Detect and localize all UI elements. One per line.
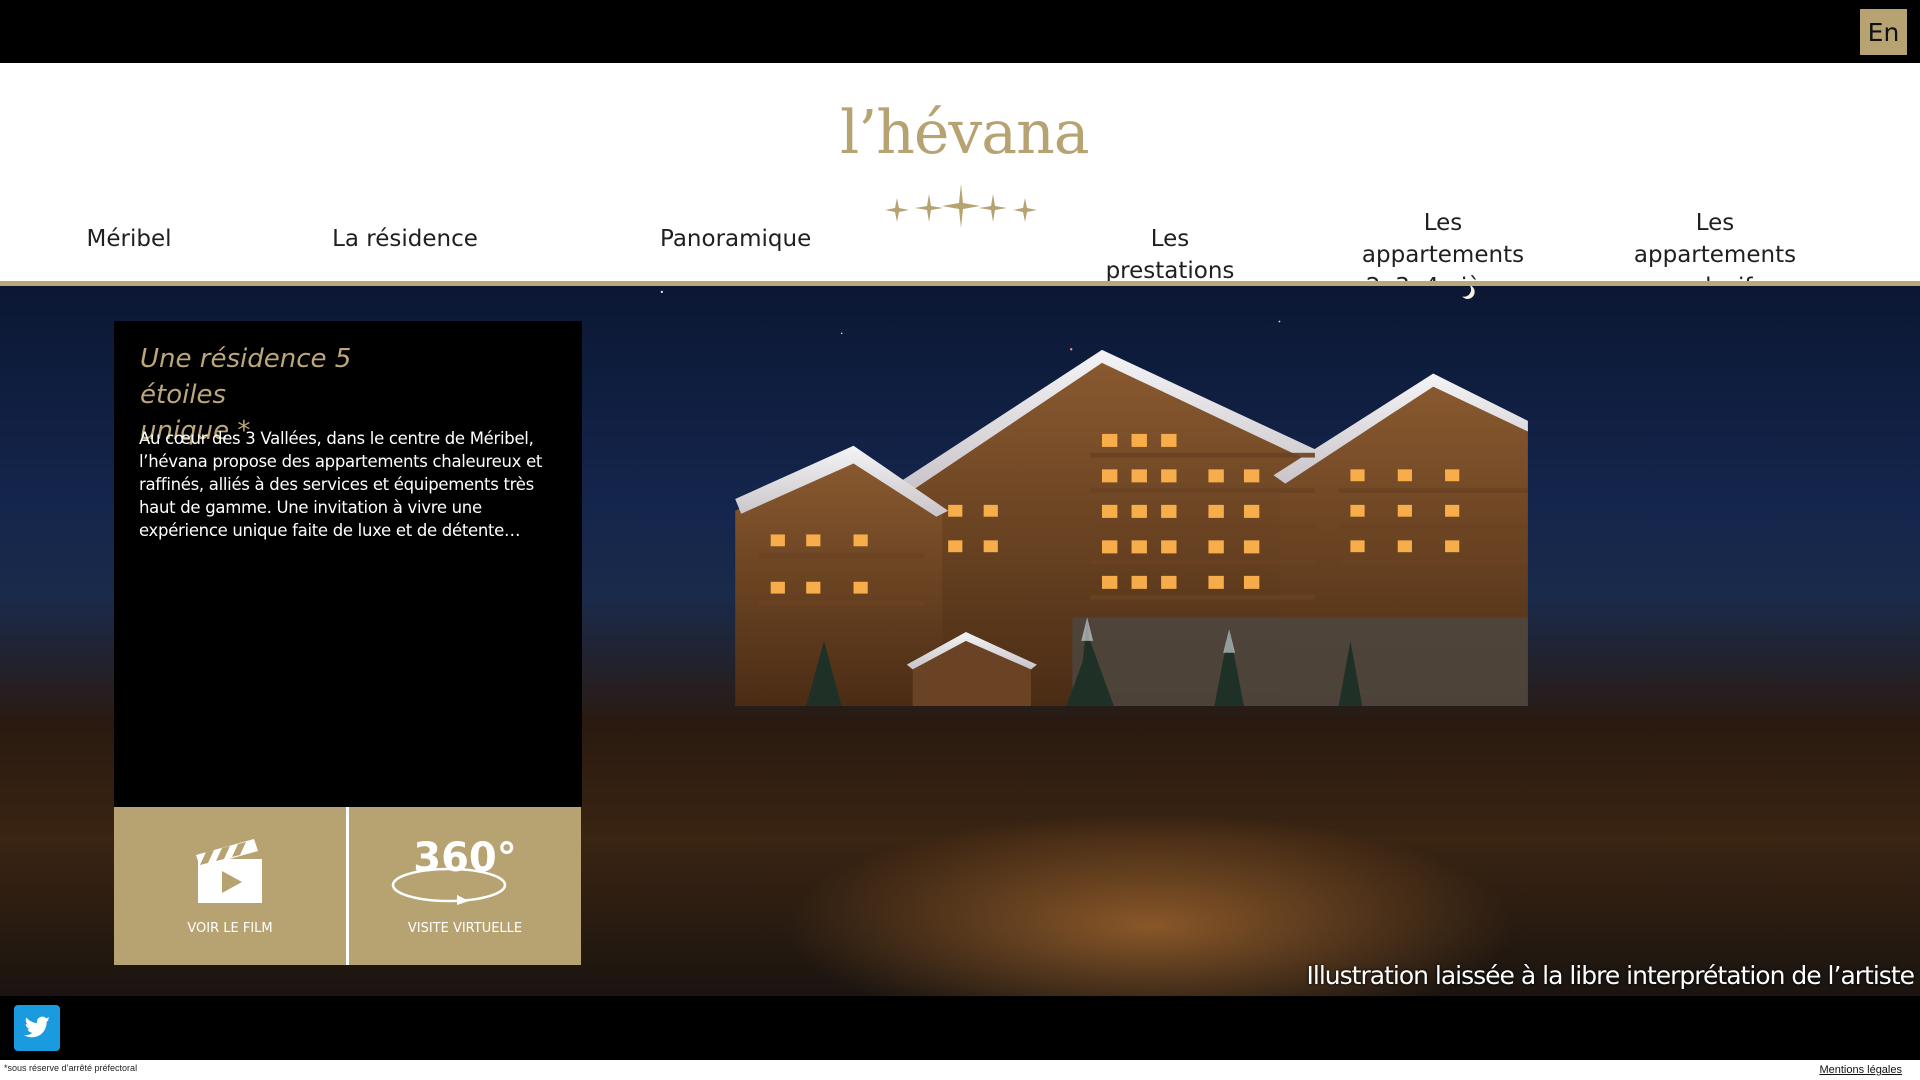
panel-title-line1: Une résidence 5 étoiles xyxy=(140,344,352,410)
nav-meribel[interactable]: Méribel xyxy=(84,223,174,255)
language-button[interactable]: En xyxy=(1860,9,1907,55)
bottom-strip xyxy=(0,1060,1920,1080)
watch-film-label: VOIR LE FILM xyxy=(187,921,273,936)
watch-film-button[interactable]: VOIR LE FILM xyxy=(114,807,346,965)
nav-les-prestations[interactable]: Les prestations xyxy=(1085,223,1255,287)
nav-meribel-label: Méribel xyxy=(86,226,172,252)
twitter-bird-icon xyxy=(24,1016,50,1038)
twitter-button[interactable] xyxy=(14,1005,60,1051)
logo-stars-icon xyxy=(885,184,1037,228)
disclaimer-text: *sous réserve d’arrêté préfectoral xyxy=(4,1063,138,1073)
hero-caption: Illustration laissée à la libre interpré… xyxy=(1306,961,1915,990)
logo[interactable]: l’hévana xyxy=(840,98,1090,228)
legal-notice-link[interactable]: Mentions légales xyxy=(1819,1064,1902,1076)
nav-panoramique-label: Panoramique xyxy=(660,226,812,252)
nav-appartements-2-3-4-line1: Les appartements xyxy=(1361,210,1525,268)
film-clapper-icon xyxy=(196,839,262,903)
top-bar xyxy=(0,0,1920,63)
virtual-tour-label: VISITE VIRTUELLE xyxy=(407,921,523,936)
nav-panoramique[interactable]: Panoramique xyxy=(660,223,812,255)
nav-la-residence-label: La résidence xyxy=(332,226,478,252)
nav-la-residence[interactable]: La résidence xyxy=(330,223,480,255)
nav-les-prestations-label: Les prestations xyxy=(1105,226,1235,284)
virtual-tour-button[interactable]: 360° VISITE VIRTUELLE xyxy=(349,807,581,965)
orbit-arrow-icon xyxy=(391,867,507,905)
info-panel: Une résidence 5 étoiles unique * Au cœur… xyxy=(114,321,582,807)
nav-appartements-exclusifs-line1: Les appartements xyxy=(1633,210,1797,268)
footer-bar xyxy=(0,996,1920,1060)
panel-description: Au cœur des 3 Vallées, dans le centre de… xyxy=(139,429,543,540)
